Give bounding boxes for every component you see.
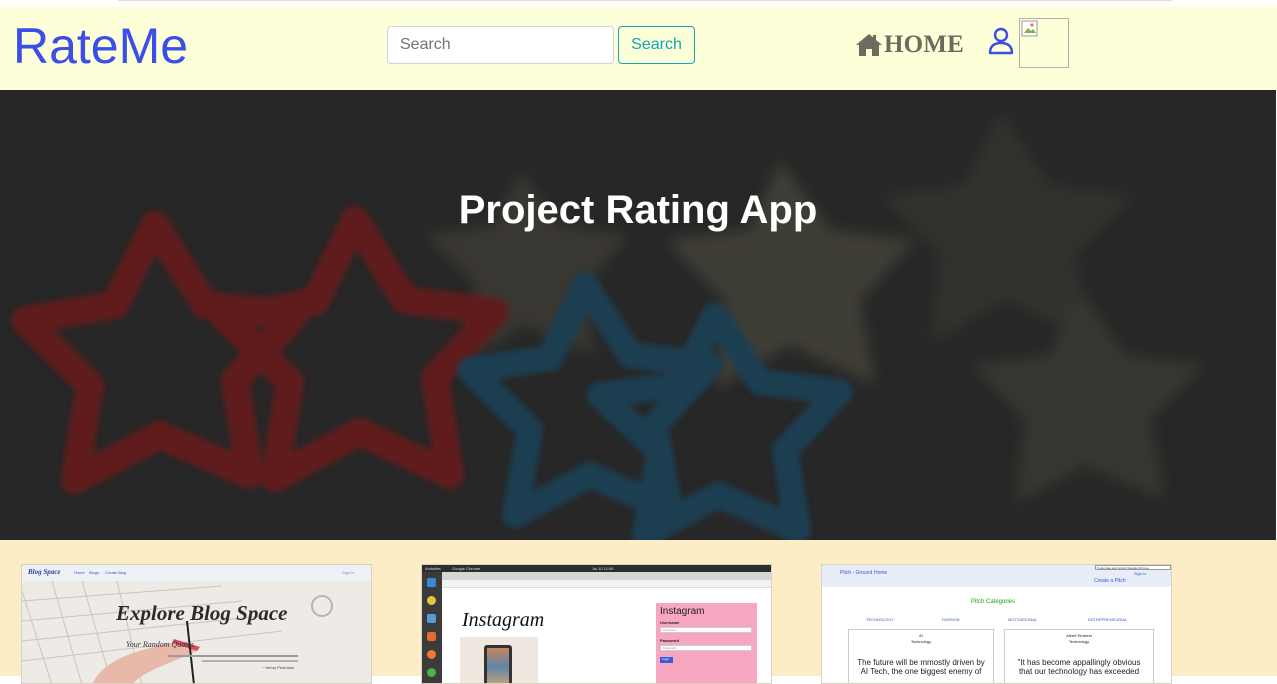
dock-app-icon	[427, 632, 436, 641]
projects-section: Blog Space Home Blogs Create Blog Sign I…	[0, 540, 1277, 684]
dock-app-icon	[427, 596, 436, 605]
home-label: HOME	[884, 31, 964, 58]
category-technology: TECHNOLOGY	[866, 617, 895, 622]
username-placeholder: Username	[663, 628, 677, 632]
blog-nav-signin: Sign In	[342, 570, 355, 575]
pitch-navbar: Pitch - Ground Home Create a Pitch Sign …	[822, 565, 1171, 587]
instagram-login-form: Instagram Username Username Password Pas…	[656, 603, 757, 683]
pitch-brand: Pitch - Ground	[840, 570, 873, 576]
dock-app-icon	[427, 614, 436, 623]
top-strip	[0, 0, 1277, 7]
home-icon	[856, 34, 882, 56]
ubuntu-clock: Jul 10 11:59	[592, 566, 614, 571]
pitch-categories-title: Pitch Categories	[971, 599, 1016, 605]
category-fashion: FASHION	[942, 617, 960, 622]
category-entrepreneurial: ENTREPRENEURIAL	[1088, 617, 1128, 622]
hero-stars-background	[0, 90, 1276, 540]
blog-navbar: Blog Space Home Blogs Create Blog Sign I…	[22, 565, 371, 581]
password-placeholder: Password	[663, 646, 677, 650]
phone-screen	[487, 648, 509, 683]
blog-quote-author: ~ Henry Pedrosdo	[262, 665, 295, 670]
blog-quote-line	[168, 655, 298, 657]
login-form-title: Instagram	[660, 606, 705, 617]
dock-app-icon	[427, 650, 436, 659]
password-input[interactable]: Password	[660, 645, 752, 651]
user-icon[interactable]	[988, 27, 1014, 55]
instagram-phone-image	[460, 637, 538, 683]
navbar: RateMe Search HOME	[0, 7, 1277, 90]
chrome-tooltip: Customise and control Google Chrome	[1095, 565, 1171, 570]
instagram-logo: Instagram	[462, 609, 545, 631]
search-input[interactable]	[387, 26, 614, 64]
ubuntu-dock	[422, 572, 442, 683]
top-divider	[118, 0, 1172, 1]
pitch-nav-home: Home	[874, 570, 888, 576]
blog-brand: Blog Space	[28, 568, 61, 576]
pitch-nav-signin: Sign In	[1134, 571, 1147, 576]
ubuntu-activities: Activities	[425, 566, 441, 571]
blog-nav-home: Home	[74, 570, 85, 575]
pitch-1-text: The future will be mmostly driven by AI …	[857, 658, 985, 676]
project-card-blog-space[interactable]: Blog Space Home Blogs Create Blog Sign I…	[21, 564, 372, 684]
chrome-tooltip-text: Customise and control Google Chrome	[1097, 566, 1149, 570]
blog-heading: Explore Blog Space	[116, 601, 288, 625]
ubuntu-app-name: Google Chrome	[452, 566, 481, 571]
blog-hero-image	[22, 581, 371, 683]
project-card-instagram[interactable]: Activities Google Chrome Jul 10 11:59 In…	[421, 564, 772, 684]
dock-app-icon	[427, 578, 436, 587]
brand-logo[interactable]: RateMe	[13, 16, 188, 76]
hero-title: Project Rating App	[458, 188, 818, 232]
pitch-nav-create: Create a Pitch	[1094, 578, 1126, 584]
chrome-address-bar	[442, 580, 771, 588]
pitch-1-author: AI	[919, 633, 923, 638]
home-link[interactable]: HOME	[855, 30, 964, 60]
pitch-2-category: Technology	[1068, 639, 1090, 644]
username-input[interactable]: Username	[660, 627, 752, 633]
password-label: Password	[660, 638, 679, 643]
blog-quote-line-2	[202, 660, 298, 662]
pitch-2-text: "It has become appallingly obvious that …	[1017, 658, 1141, 676]
pitch-1-category: Technology	[910, 639, 932, 644]
ubuntu-topbar: Activities Google Chrome Jul 10 11:59	[422, 565, 771, 572]
chrome-tab-strip	[442, 572, 771, 580]
search-button[interactable]: Search	[618, 26, 695, 64]
blog-nav-blogs: Blogs	[89, 570, 100, 575]
broken-image-icon	[1021, 20, 1038, 37]
login-button-label: Login	[662, 657, 670, 661]
blog-subheading: Your Random Quotes	[126, 640, 195, 649]
hero-banner: Project Rating App	[0, 90, 1276, 540]
login-button[interactable]: Login	[660, 657, 673, 663]
category-motivational: MOTIVATIONAL	[1008, 617, 1038, 622]
pitch-2-author: Albert Einstein	[1066, 633, 1092, 638]
project-card-pitch-ground[interactable]: Pitch - Ground Home Create a Pitch Sign …	[821, 564, 1172, 684]
blog-nav-create: Create Blog	[105, 570, 127, 575]
avatar-image[interactable]	[1019, 18, 1069, 68]
username-label: Username	[660, 620, 680, 625]
